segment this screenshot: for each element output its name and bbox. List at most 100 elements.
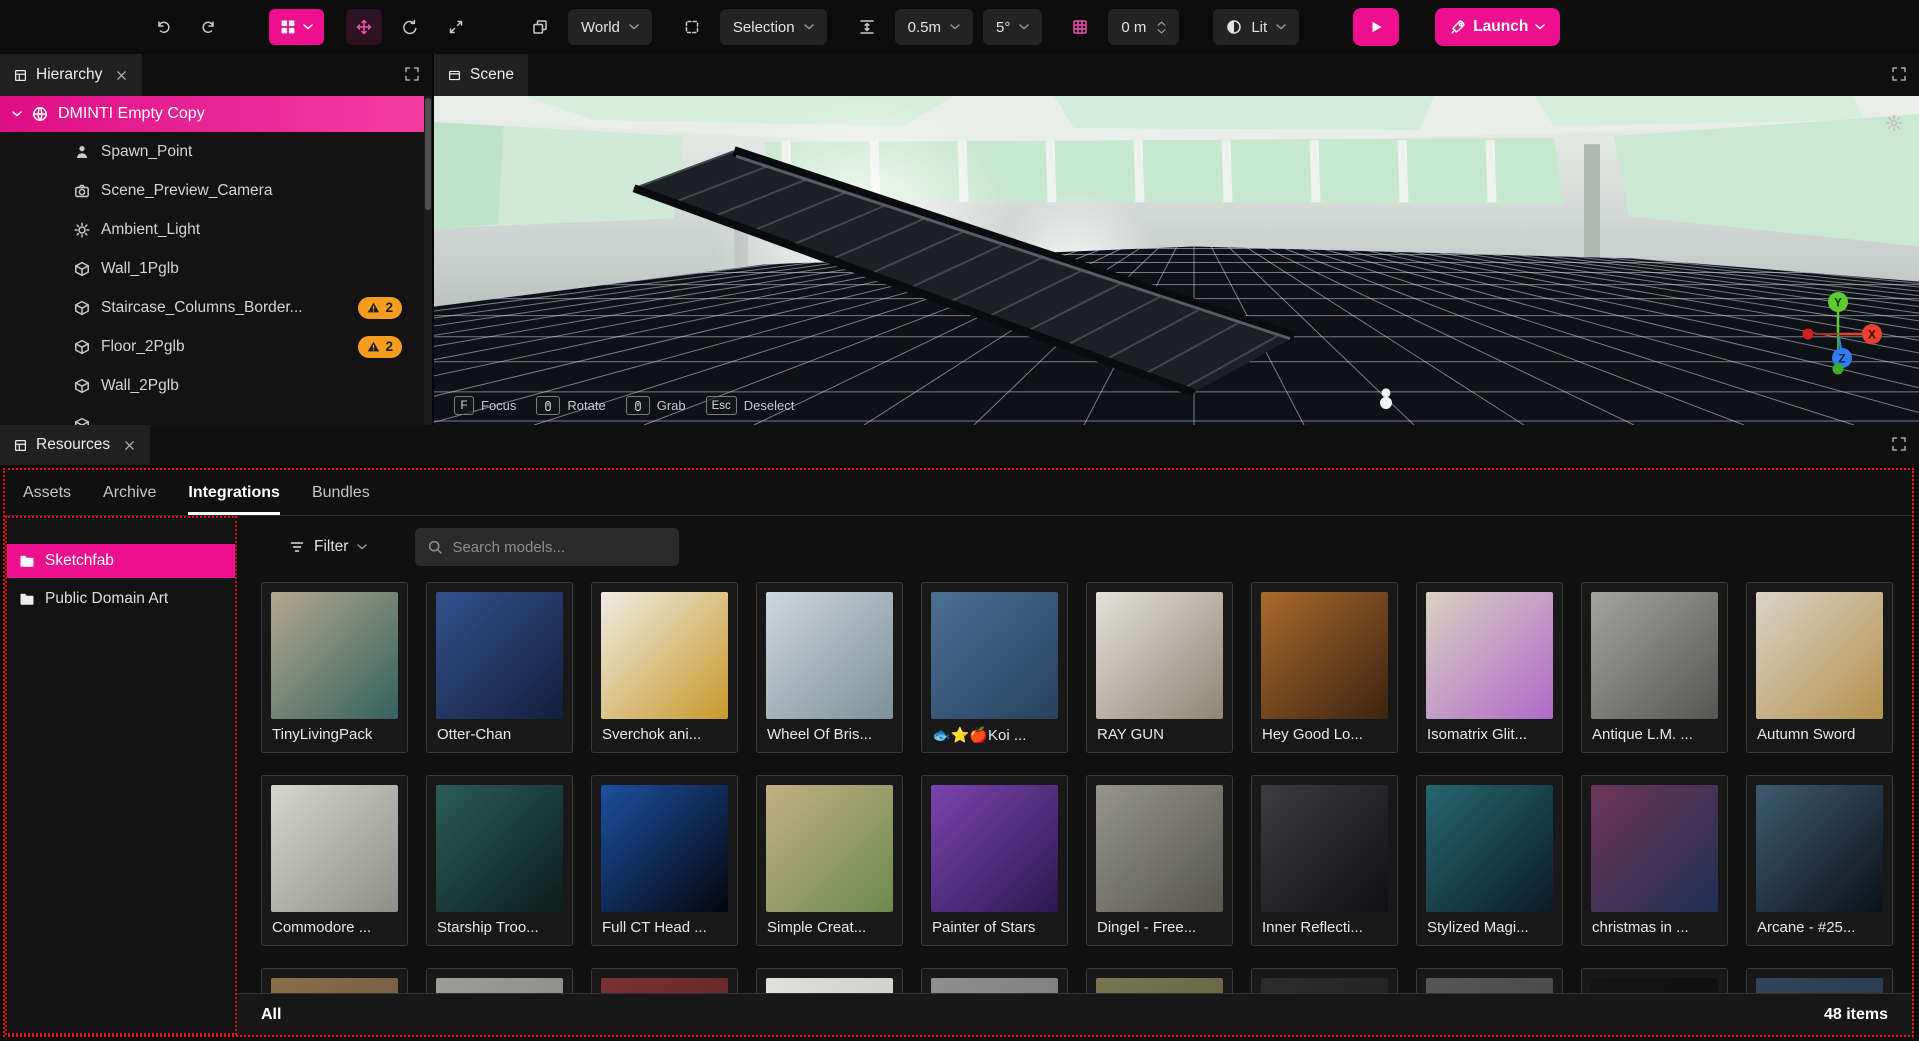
model-card[interactable]: christmas in ... [1581,775,1728,946]
hierarchy-scrollbar[interactable] [424,96,432,425]
model-card[interactable]: Painter of Stars [921,775,1068,946]
model-card[interactable]: Simple Creat... [756,775,903,946]
footer-filter-all[interactable]: All [261,1006,281,1024]
model-card[interactable] [1746,968,1893,993]
model-card[interactable]: Otter-Chan [426,582,573,753]
tab-archive[interactable]: Archive [103,470,156,515]
model-card[interactable] [1251,968,1398,993]
model-card[interactable]: Arcane - #25... [1746,775,1893,946]
layout-grid-button[interactable] [269,9,324,45]
elevation-stepper[interactable]: 0 m [1108,9,1179,45]
redo-button[interactable] [191,9,227,45]
model-card[interactable] [921,968,1068,993]
hierarchy-root-item[interactable]: DMINTI Empty Copy [0,96,424,132]
model-card[interactable]: Sverchok ani... [591,582,738,753]
model-card[interactable] [1086,968,1233,993]
elevation-tool-button[interactable] [849,9,885,45]
model-card[interactable] [426,968,573,993]
move-tool-icon [356,19,372,35]
model-card[interactable]: 🐟⭐🍎Koi ... [921,582,1068,753]
hotkey-hint: Rotate [536,396,605,415]
rotate-tool-icon [402,19,418,35]
hierarchy-item[interactable]: Staircase_Columns_Border... 2 [0,288,432,327]
model-card[interactable]: Stylized Magi... [1416,775,1563,946]
lit-mode-dropdown[interactable]: Lit [1213,9,1299,45]
hierarchy-item[interactable] [0,405,432,425]
model-card[interactable]: TinyLivingPack [261,582,408,753]
tab-scene[interactable]: Scene [434,54,528,96]
hierarchy-item[interactable]: Scene_Preview_Camera [0,171,432,210]
world-root-icon [32,106,48,122]
model-card[interactable] [261,968,408,993]
model-card[interactable]: Dingel - Free... [1086,775,1233,946]
axis-gizmo[interactable]: Y X Z [1793,289,1883,379]
viewport-settings-gear-icon[interactable] [1885,114,1903,132]
rotate-snap-dropdown[interactable]: 5° [983,9,1042,45]
tab-bundles[interactable]: Bundles [312,470,370,515]
model-card[interactable]: Starship Troo... [426,775,573,946]
hierarchy-panel: Hierarchy DMINTI Empty Copy Spawn_Point … [0,54,434,425]
play-button[interactable] [1353,8,1399,46]
move-snap-dropdown[interactable]: 0.5m [895,9,973,45]
sun-icon [74,222,90,238]
model-card[interactable]: Hey Good Lo... [1251,582,1398,753]
hierarchy-item-label: Wall_2Pglb [101,377,179,395]
model-card[interactable]: Wheel Of Bris... [756,582,903,753]
grid-snap-button[interactable] [1062,9,1098,45]
model-card[interactable]: Autumn Sword [1746,582,1893,753]
tab-hierarchy[interactable]: Hierarchy [0,54,142,96]
chevron-down-icon[interactable] [12,111,22,117]
model-card[interactable] [1581,968,1728,993]
model-card[interactable]: Inner Reflecti... [1251,775,1398,946]
model-thumbnail [1756,592,1883,719]
person-icon [74,144,90,160]
scale-tool-button[interactable] [438,9,474,45]
hotkey-hint: Grab [626,396,686,415]
model-card[interactable]: Full CT Head ... [591,775,738,946]
rotate-tool-button[interactable] [392,9,428,45]
move-tool-button[interactable] [346,9,382,45]
expand-panel-icon[interactable] [404,66,420,82]
scrollbar-thumb[interactable] [425,98,431,210]
model-card[interactable] [1416,968,1563,993]
hierarchy-item[interactable]: Wall_1Pglb [0,249,432,288]
undo-button[interactable] [145,9,181,45]
search-input[interactable] [452,539,667,556]
close-icon[interactable] [123,439,136,452]
model-card[interactable]: Isomatrix Glit... [1416,582,1563,753]
folder-item[interactable]: Public Domain Art [7,582,235,616]
scene-viewport[interactable]: Y X Z F Focus Rotate Grab Esc Deselect [434,96,1919,425]
model-card[interactable]: Antique L.M. ... [1581,582,1728,753]
filter-icon [289,539,305,555]
model-thumbnail [1096,785,1223,912]
svg-text:Z: Z [1838,354,1845,366]
tab-assets[interactable]: Assets [23,470,71,515]
folder-item[interactable]: Sketchfab [7,544,235,578]
launch-button[interactable]: Launch [1435,8,1560,46]
selection-dropdown[interactable]: Selection [720,9,827,45]
tab-resources[interactable]: Resources [0,425,150,465]
hierarchy-item[interactable]: Floor_2Pglb 2 [0,327,432,366]
hierarchy-item-label: Spawn_Point [101,143,192,161]
world-dropdown[interactable]: World [568,9,652,45]
top-toolbar: World Selection 0.5m 5° 0 m Lit Launch [0,0,1919,54]
expand-resources-icon[interactable] [1891,436,1907,452]
duplicate-button[interactable] [522,9,558,45]
hierarchy-item[interactable]: Spawn_Point [0,132,432,171]
resources-folder-sidebar: Sketchfab Public Domain Art [5,516,237,1035]
model-card[interactable]: RAY GUN [1086,582,1233,753]
model-thumbnail [1756,978,1883,993]
hierarchy-item[interactable]: Wall_2Pglb [0,366,432,405]
tab-integrations[interactable]: Integrations [188,470,280,515]
model-card[interactable] [591,968,738,993]
cube-icon [74,417,90,426]
model-card[interactable]: Commodore ... [261,775,408,946]
close-icon[interactable] [115,69,128,82]
hierarchy-item[interactable]: Ambient_Light [0,210,432,249]
fullscreen-icon[interactable] [1891,66,1907,82]
undo-icon [155,19,171,35]
stepper-arrows[interactable] [1157,21,1166,34]
selection-box-button[interactable] [674,9,710,45]
model-card[interactable] [756,968,903,993]
filter-button[interactable]: Filter [289,538,367,556]
